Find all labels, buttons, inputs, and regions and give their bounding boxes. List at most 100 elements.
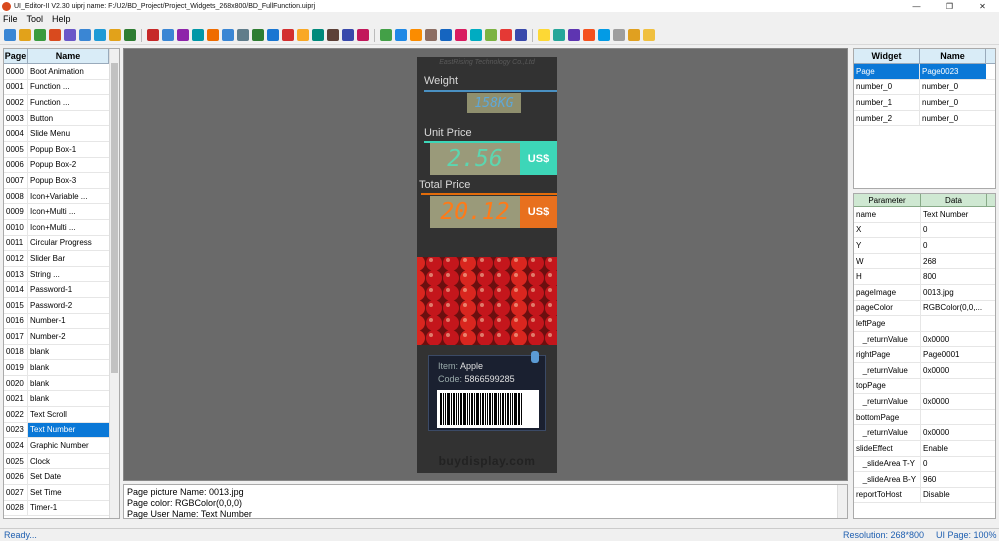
- parameter-row[interactable]: topPage: [854, 378, 995, 395]
- toolbar-tool-icon[interactable]: [583, 29, 595, 41]
- page-list-row[interactable]: 0016 Number-1: [4, 313, 119, 330]
- page-list-row[interactable]: 0007 Popup Box-3: [4, 173, 119, 189]
- page-list-row[interactable]: 0015 Password-2: [4, 297, 119, 314]
- page-list-row[interactable]: 0020 blank: [4, 375, 119, 392]
- toolbar-tool-icon[interactable]: [34, 29, 46, 41]
- toolbar-tool-icon[interactable]: [297, 29, 309, 41]
- widget-row[interactable]: Page Page0023: [854, 64, 995, 80]
- parameter-row[interactable]: _returnValue 0x0000: [854, 331, 995, 348]
- menu-file[interactable]: File: [3, 14, 18, 24]
- page-list-row[interactable]: 0001 Function ...: [4, 79, 119, 96]
- widget-row[interactable]: number_0 number_0: [854, 79, 995, 96]
- column-header-name[interactable]: Name: [28, 49, 109, 63]
- column-header-parameter[interactable]: Parameter: [854, 194, 921, 206]
- toolbar-tool-icon[interactable]: [455, 29, 467, 41]
- page-list-row[interactable]: 0025 Clock: [4, 453, 119, 470]
- parameter-row[interactable]: pageColor RGBColor(0,0,...: [854, 300, 995, 317]
- toolbar-tool-icon[interactable]: [327, 29, 339, 41]
- toolbar-tool-icon[interactable]: [598, 29, 610, 41]
- weight-value[interactable]: 158KG: [467, 93, 521, 113]
- log-scrollbar[interactable]: [837, 485, 847, 518]
- page-list-row[interactable]: 0010 Icon+Multi ...: [4, 219, 119, 236]
- toolbar-tool-icon[interactable]: [628, 29, 640, 41]
- parameter-row[interactable]: _slideArea T-Y 0: [854, 456, 995, 473]
- parameter-value[interactable]: Enable: [921, 441, 987, 456]
- parameter-row[interactable]: X0: [854, 222, 995, 239]
- widget-row[interactable]: number_1 number_0: [854, 95, 995, 111]
- parameter-value[interactable]: 0: [921, 238, 987, 253]
- toolbar-tool-icon[interactable]: [207, 29, 219, 41]
- toolbar-tool-icon[interactable]: [485, 29, 497, 41]
- page-list-row[interactable]: 0022 Text Scroll: [4, 407, 119, 423]
- toolbar-tool-icon[interactable]: [64, 29, 76, 41]
- parameter-value[interactable]: 0: [921, 223, 987, 238]
- parameter-row[interactable]: _returnValue 0x0000: [854, 425, 995, 441]
- parameter-value[interactable]: Page0001: [921, 347, 987, 362]
- toolbar-tool-icon[interactable]: [553, 29, 565, 41]
- column-header-widget-name[interactable]: Name: [920, 49, 986, 63]
- toolbar-tool-icon[interactable]: [425, 29, 437, 41]
- parameter-value[interactable]: 0x0000: [921, 332, 987, 347]
- toolbar-tool-icon[interactable]: [342, 29, 354, 41]
- page-list-row[interactable]: 0014 Password-1: [4, 282, 119, 298]
- toolbar-tool-icon[interactable]: [109, 29, 121, 41]
- unit-price-value[interactable]: 2.56: [430, 143, 520, 175]
- parameter-value[interactable]: 0013.jpg: [921, 285, 987, 300]
- parameter-value[interactable]: 800: [921, 269, 987, 284]
- page-list-row[interactable]: 0004 Slide Menu: [4, 126, 119, 142]
- toolbar-tool-icon[interactable]: [395, 29, 407, 41]
- toolbar-tool-icon[interactable]: [4, 29, 16, 41]
- parameter-value[interactable]: 0x0000: [921, 363, 987, 378]
- toolbar-tool-icon[interactable]: [282, 29, 294, 41]
- toolbar-tool-icon[interactable]: [515, 29, 527, 41]
- toolbar-tool-icon[interactable]: [49, 29, 61, 41]
- parameter-value[interactable]: [921, 379, 987, 394]
- toolbar-tool-icon[interactable]: [500, 29, 512, 41]
- toolbar-tool-icon[interactable]: [613, 29, 625, 41]
- toolbar-tool-icon[interactable]: [380, 29, 392, 41]
- toolbar-tool-icon[interactable]: [538, 29, 550, 41]
- toolbar-tool-icon[interactable]: [124, 29, 136, 41]
- parameter-value[interactable]: 960: [921, 472, 987, 487]
- parameter-row[interactable]: bottomPage: [854, 409, 995, 426]
- parameter-row[interactable]: _returnValue 0x0000: [854, 362, 995, 379]
- toolbar-tool-icon[interactable]: [94, 29, 106, 41]
- page-list-row[interactable]: 0023 Text Number: [4, 422, 119, 439]
- page-list-row[interactable]: 0018 blank: [4, 344, 119, 361]
- toolbar-tool-icon[interactable]: [410, 29, 422, 41]
- page-list-row[interactable]: 0013 String ...: [4, 266, 119, 283]
- parameter-row[interactable]: pageImage 0013.jpg: [854, 284, 995, 301]
- menu-tool[interactable]: Tool: [27, 14, 44, 24]
- page-list-row[interactable]: 0009 Icon+Multi ...: [4, 204, 119, 220]
- toolbar-tool-icon[interactable]: [470, 29, 482, 41]
- toolbar-tool-icon[interactable]: [643, 29, 655, 41]
- parameter-row[interactable]: _returnValue 0x0000: [854, 394, 995, 410]
- scrollbar-thumb[interactable]: [111, 63, 118, 373]
- toolbar-tool-icon[interactable]: [192, 29, 204, 41]
- toolbar-tool-icon[interactable]: [357, 29, 369, 41]
- minimize-button[interactable]: —: [900, 0, 933, 12]
- menu-help[interactable]: Help: [52, 14, 71, 24]
- toolbar-tool-icon[interactable]: [267, 29, 279, 41]
- parameter-row[interactable]: rightPage Page0001: [854, 347, 995, 363]
- toolbar-tool-icon[interactable]: [440, 29, 452, 41]
- column-header-widget[interactable]: Widget: [854, 49, 920, 63]
- maximize-button[interactable]: ❐: [933, 0, 966, 12]
- parameter-value[interactable]: 268: [921, 254, 987, 269]
- parameter-value[interactable]: Text Number: [921, 207, 987, 222]
- page-list-row[interactable]: 0021 blank: [4, 391, 119, 408]
- toolbar-tool-icon[interactable]: [19, 29, 31, 41]
- parameter-value[interactable]: [921, 410, 987, 425]
- parameter-value[interactable]: RGBColor(0,0,...: [921, 301, 987, 316]
- parameter-value[interactable]: [921, 316, 987, 331]
- toolbar-tool-icon[interactable]: [177, 29, 189, 41]
- parameter-row[interactable]: slideEffect Enable: [854, 440, 995, 457]
- toolbar-tool-icon[interactable]: [312, 29, 324, 41]
- column-header-page[interactable]: Page: [4, 49, 28, 63]
- page-list-row[interactable]: 0026 Set Date: [4, 469, 119, 486]
- page-list-row[interactable]: 0005 Popup Box-1: [4, 141, 119, 158]
- page-list-scrollbar[interactable]: [109, 49, 119, 518]
- toolbar-tool-icon[interactable]: [162, 29, 174, 41]
- parameter-row[interactable]: _slideArea B-Y 960: [854, 472, 995, 488]
- page-list-row[interactable]: 0003 Button: [4, 110, 119, 127]
